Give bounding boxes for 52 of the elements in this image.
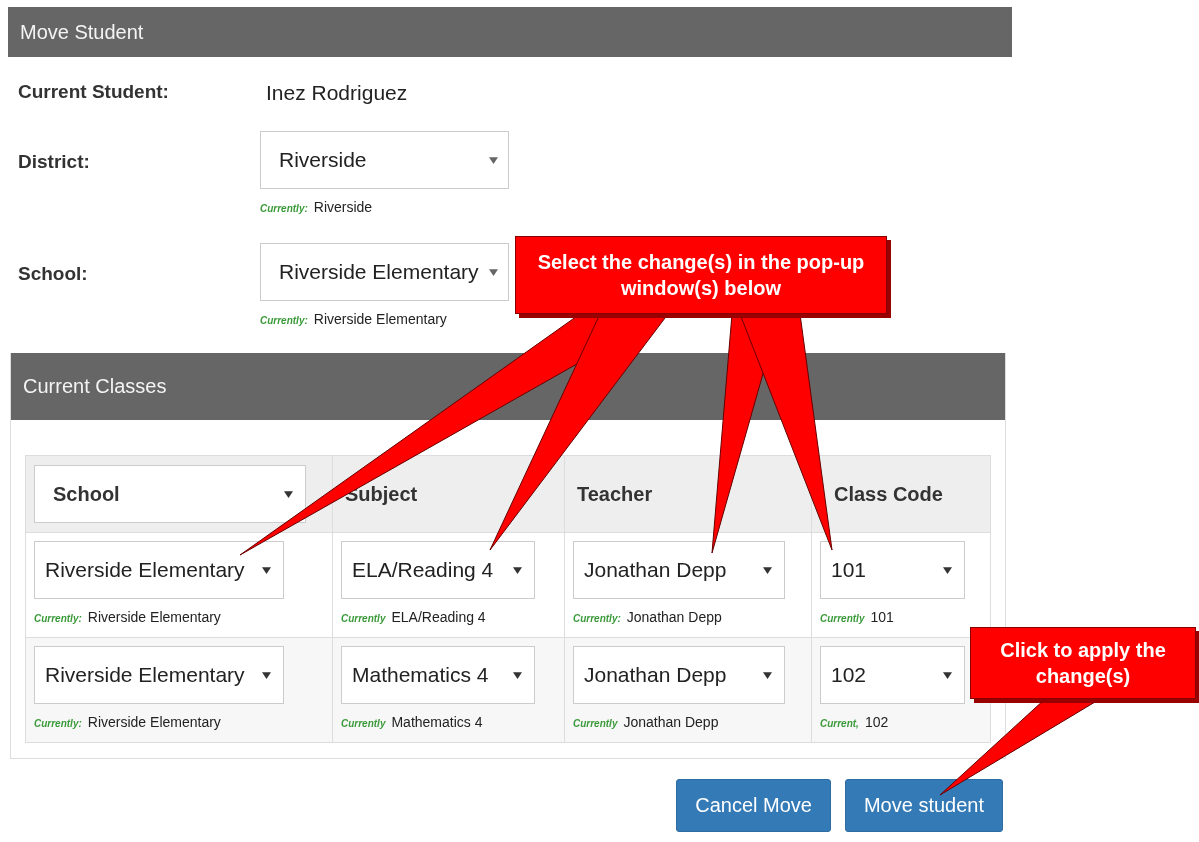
current-value: ELA/Reading 4 <box>391 609 486 625</box>
current-value: 102 <box>864 714 889 730</box>
dropdown[interactable]: ELA/Reading 4 <box>341 541 535 599</box>
currently-label: Currently: <box>34 718 82 729</box>
currently-label: Current, <box>820 718 859 729</box>
move-button[interactable]: Move student <box>844 779 1003 832</box>
current-value: Riverside Elementary <box>87 714 221 730</box>
currently-label: Currently <box>341 613 386 624</box>
current-value: 101 <box>870 609 894 625</box>
caret-icon <box>489 268 498 276</box>
caret-icon <box>262 566 271 574</box>
currently-label: Currently <box>573 718 618 729</box>
dropdown[interactable]: Riverside <box>260 131 509 189</box>
caret-icon <box>262 671 271 679</box>
currently-label: Currently: <box>260 315 308 326</box>
caret-icon <box>943 671 952 679</box>
caret-icon <box>513 671 522 679</box>
caret-icon <box>943 566 952 574</box>
column-dropdown[interactable]: School <box>34 465 306 523</box>
dropdown[interactable]: 101 <box>820 541 965 599</box>
cancel-button[interactable]: Cancel Move <box>676 779 831 832</box>
column-header: Teacher <box>576 482 653 505</box>
currently-label: Currently <box>820 613 865 624</box>
field-label: Current Student: <box>18 81 170 103</box>
column-header: Class Code <box>833 482 943 505</box>
dropdown[interactable]: 102 <box>820 646 965 704</box>
student-name: Inez Rodriguez <box>265 81 408 104</box>
header-title: Move Student <box>20 20 144 44</box>
dropdown[interactable]: Riverside Elementary <box>34 646 284 704</box>
dropdown[interactable]: Jonathan Depp <box>573 541 785 599</box>
caret-icon <box>763 671 772 679</box>
currently-label: Currently: <box>260 203 308 214</box>
current-value: Jonathan Depp <box>623 714 719 730</box>
panel-title: Current Classes <box>23 375 167 398</box>
dropdown[interactable]: Mathematics 4 <box>341 646 535 704</box>
current-value: Riverside <box>313 199 373 215</box>
dropdown[interactable]: Riverside Elementary <box>260 243 509 301</box>
currently-label: Currently: <box>34 613 82 624</box>
dropdown[interactable]: Jonathan Depp <box>573 646 785 704</box>
caret-icon <box>763 566 772 574</box>
caret-icon <box>284 490 293 498</box>
caret-icon <box>489 156 498 164</box>
dropdown[interactable]: Riverside Elementary <box>34 541 284 599</box>
currently-label: Currently: <box>573 613 621 624</box>
current-value: Riverside Elementary <box>313 311 447 327</box>
field-label: School: <box>18 262 89 285</box>
current-value: Jonathan Depp <box>626 609 722 625</box>
currently-label: Currently <box>341 718 386 729</box>
caret-icon <box>513 566 522 574</box>
field-label: District: <box>18 150 91 173</box>
current-value: Riverside Elementary <box>87 609 221 625</box>
current-value: Mathematics 4 <box>391 714 483 730</box>
